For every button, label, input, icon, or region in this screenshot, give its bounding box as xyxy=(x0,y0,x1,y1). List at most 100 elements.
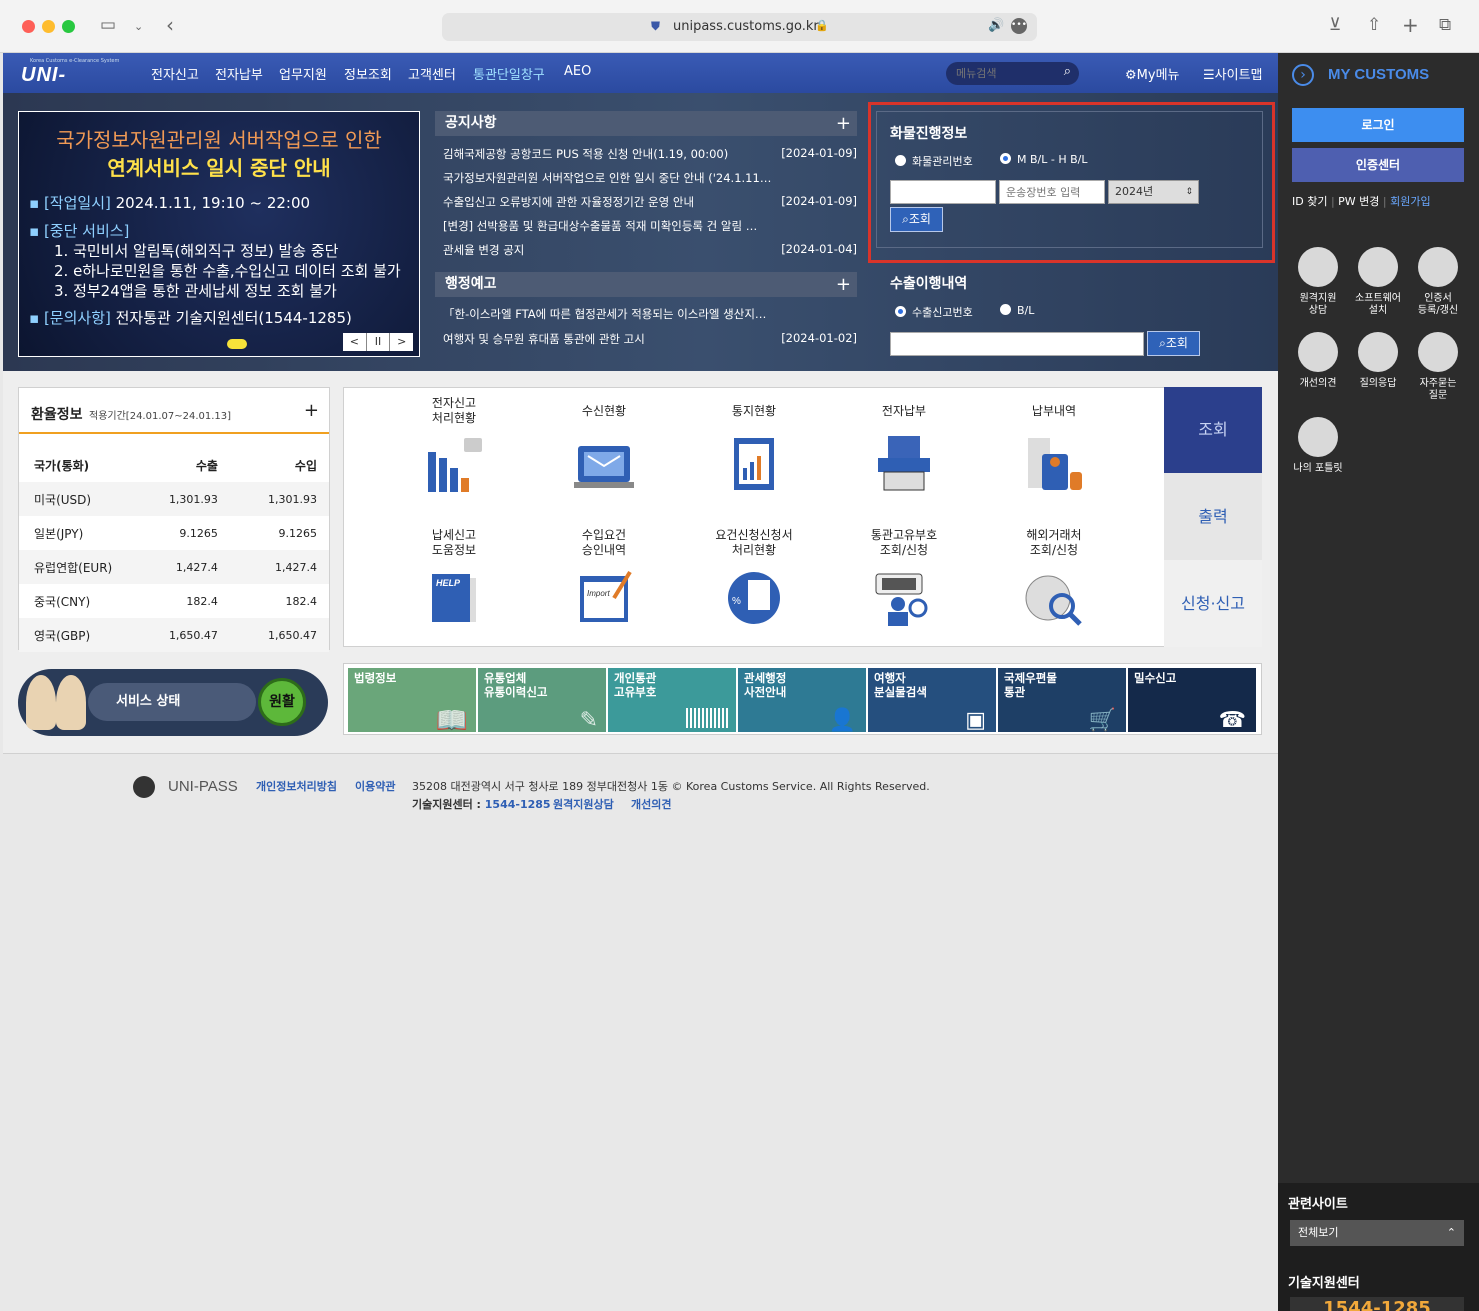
banner-pause-button[interactable]: II xyxy=(365,333,390,351)
download-icon[interactable]: ⊻ xyxy=(1329,15,1341,35)
tab-print[interactable]: 출력 xyxy=(1164,473,1262,560)
grid-item-foreign-partner[interactable]: 해외거래처 조회/신청 xyxy=(979,528,1129,558)
my-portlet-item[interactable]: 나의 포틀릿 xyxy=(1288,417,1348,475)
panel-toggle-icon[interactable]: › xyxy=(1292,64,1314,86)
my-customs-panel: › MY CUSTOMS 로그인 인증센터 ID 찾기 | PW 변경 | 회원… xyxy=(1278,53,1479,1311)
exchange-title: 환율정보 xyxy=(31,407,83,423)
banner-page-indicator[interactable] xyxy=(227,339,247,349)
qna-item[interactable]: 질의응답 xyxy=(1348,332,1408,390)
feedback-link[interactable]: 개선의견 xyxy=(631,796,671,812)
export-radio-bl[interactable]: B/L xyxy=(1000,304,1034,317)
minimize-window-button[interactable] xyxy=(42,20,55,33)
table-row: 중국(CNY) 182.4 182.4 xyxy=(34,594,317,609)
export-search-button[interactable]: ⌕조회 xyxy=(1147,331,1200,356)
export-radio-decl[interactable]: 수출신고번호 xyxy=(895,304,973,320)
terms-link[interactable]: 이용약관 xyxy=(355,778,395,794)
url-text[interactable]: unipass.customs.go.kr xyxy=(673,19,819,34)
notice-row[interactable]: 국가정보자원관리원 서버작업으로 인한 일시 중단 안내 ('24.1.11,… xyxy=(443,170,857,189)
tab-search[interactable]: 조회 xyxy=(1164,387,1262,473)
admin-row[interactable]: 「한-이스라엘 FTA에 따른 협정관세가 적용되는 이스라엘 생산지… xyxy=(443,306,857,325)
menu-work-support[interactable]: 업무지원 xyxy=(279,64,327,83)
close-window-button[interactable] xyxy=(22,20,35,33)
sitemap-button[interactable]: ☰사이트맵 xyxy=(1203,64,1263,83)
calculator-icon xyxy=(1298,417,1338,457)
tile-personal-customs-code[interactable]: 개인통관 고유부호 xyxy=(608,668,736,732)
mymenu-button[interactable]: ⚙My메뉴 xyxy=(1125,64,1180,83)
grid-item-epayment[interactable]: 전자납부 xyxy=(829,404,979,419)
barcode-person-icon xyxy=(874,568,934,632)
banner-item: 3. 정부24앱을 통한 관세납세 정보 조회 불가 xyxy=(54,282,337,300)
menu-single-window[interactable]: 통관단일창구 xyxy=(473,64,545,83)
svg-text:%: % xyxy=(732,596,741,607)
menu-e-declaration[interactable]: 전자신고 xyxy=(151,64,199,83)
menu-customer-center[interactable]: 고객센터 xyxy=(408,64,456,83)
tile-distribution[interactable]: 유통업체 유통이력신고 ✎ xyxy=(478,668,606,732)
software-install-item[interactable]: 소프트웨어 설치 xyxy=(1348,247,1408,317)
admin-more-button[interactable]: + xyxy=(836,272,851,297)
login-button[interactable]: 로그인 xyxy=(1292,108,1464,142)
tabs-overview-icon[interactable]: ⧉ xyxy=(1439,15,1451,35)
remote-support-link[interactable]: 원격지원상담 xyxy=(553,796,614,812)
search-icon: ⌕ xyxy=(1159,336,1166,350)
certificate-item[interactable]: 인증서 등록/갱신 xyxy=(1408,247,1468,317)
grid-tabs: 조회 출력 신청·신고 xyxy=(1164,387,1262,647)
notice-row[interactable]: 수출입신고 오류방지에 관한 자율정정기간 운영 안내 [2024-01-09] xyxy=(443,194,857,213)
more-icon[interactable]: ••• xyxy=(1011,18,1027,34)
back-icon[interactable]: ‹ xyxy=(166,13,174,37)
related-sites-select[interactable]: 전체보기 ⌃ xyxy=(1290,1220,1464,1246)
grid-item-notice-status[interactable]: 통지현황 xyxy=(679,404,829,419)
notice-row[interactable]: [변경] 선박용품 및 환급대상수출물품 적재 미확인등록 건 알림 … xyxy=(443,218,857,237)
share-icon[interactable]: ⇧ xyxy=(1367,15,1381,35)
signup-link[interactable]: 회원가입 xyxy=(1390,195,1430,208)
admin-row[interactable]: 여행자 및 승무원 휴대품 통관에 관한 고시 [2024-01-02] xyxy=(443,331,857,350)
service-status[interactable]: 서비스 상태 원활 xyxy=(18,669,328,736)
banner-controls: < II > xyxy=(343,333,413,351)
chevron-down-icon[interactable]: ⌄ xyxy=(134,20,143,33)
exchange-more-button[interactable]: + xyxy=(304,400,319,421)
gear-icon: ⚙ xyxy=(1125,68,1137,83)
install-box-icon xyxy=(1358,247,1398,287)
notice-row[interactable]: 관세율 변경 공지 [2024-01-04] xyxy=(443,242,857,261)
faq-item[interactable]: 자주묻는 질문 xyxy=(1408,332,1468,402)
tile-lost-items[interactable]: 여행자 분실물검색 ▣ xyxy=(868,668,996,732)
grid-item-receive-status[interactable]: 수신현황 xyxy=(529,404,679,419)
feedback-item[interactable]: 개선의견 xyxy=(1288,332,1348,390)
export-input[interactable] xyxy=(890,332,1144,356)
menu-aeo[interactable]: AEO xyxy=(564,64,591,79)
tile-customs-guide[interactable]: 관세행정 사전안내 👤 xyxy=(738,668,866,732)
banner-next-button[interactable]: > xyxy=(389,333,413,351)
zoom-window-button[interactable] xyxy=(62,20,75,33)
barcode-icon xyxy=(686,708,730,728)
menu-e-payment[interactable]: 전자납부 xyxy=(215,64,263,83)
tile-legal-info[interactable]: 법령정보 📖 xyxy=(348,668,476,734)
tab-apply[interactable]: 신청·신고 xyxy=(1164,560,1262,647)
grid-item-requirement-status[interactable]: 요건신청신청서 처리현황 xyxy=(679,528,829,558)
import-document-icon: Import xyxy=(574,568,634,632)
logo-subtitle: Korea Customs e-Clearance System xyxy=(30,58,120,64)
privacy-link[interactable]: 개인정보처리방침 xyxy=(256,778,337,794)
menu-search-input[interactable] xyxy=(956,65,1051,82)
browser-toolbar: ▭ ⌄ ‹ ⛊ unipass.customs.go.kr 🔒 🔊 ••• ⊻ … xyxy=(0,0,1479,53)
banner-prev-button[interactable]: < xyxy=(343,333,366,351)
find-id-link[interactable]: ID 찾기 xyxy=(1292,195,1327,208)
remote-support-item[interactable]: 원격지원 상담 xyxy=(1288,247,1348,317)
grid-item-import-approval[interactable]: 수입요건 승인내역 xyxy=(529,528,679,558)
grid-item-customs-code[interactable]: 통관고유부호 조회/신청 xyxy=(829,528,979,558)
new-tab-icon[interactable]: + xyxy=(1402,13,1419,37)
uni-pass-logo[interactable]: UNI-PASS xyxy=(21,60,123,116)
main-banner[interactable]: 국가정보자원관리원 서버작업으로 인한 연계서비스 일시 중단 안내 ▪ [작업… xyxy=(18,111,420,357)
grid-item-tax-help[interactable]: 납세신고 도움정보 xyxy=(379,528,529,558)
cert-center-button[interactable]: 인증센터 xyxy=(1292,148,1464,182)
notice-row[interactable]: 김해국제공항 공항코드 PUS 적용 신청 안내(1.19, 00:00) [20… xyxy=(443,146,857,165)
change-pw-link[interactable]: PW 변경 xyxy=(1338,195,1379,208)
speaker-icon[interactable]: 🔊 xyxy=(988,18,1004,33)
search-icon[interactable]: ⌕ xyxy=(1064,64,1071,79)
tile-smuggling-report[interactable]: 밀수신고 ☎ xyxy=(1128,668,1256,732)
menu-info-search[interactable]: 정보조회 xyxy=(344,64,392,83)
export-title: 수출이행내역 xyxy=(890,276,968,292)
tile-international-mail[interactable]: 국제우편물 통관 🛒 xyxy=(998,668,1126,732)
sidebar-toggle-icon[interactable]: ▭ xyxy=(100,15,116,35)
notice-more-button[interactable]: + xyxy=(836,111,851,136)
grid-item-edecl-status[interactable]: 전자신고 처리현황 xyxy=(379,396,529,426)
grid-item-payment-history[interactable]: 납부내역 xyxy=(979,404,1129,419)
